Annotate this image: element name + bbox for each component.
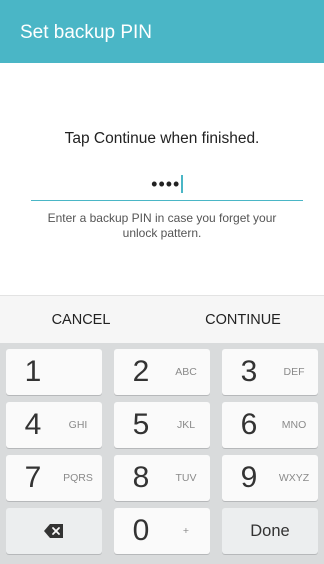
key-0[interactable]: 0 + bbox=[114, 508, 210, 554]
key-digit: 7 bbox=[24, 461, 42, 494]
key-1[interactable]: 1 bbox=[6, 349, 102, 395]
content-area: Tap Continue when finished. •••• Enter a… bbox=[0, 63, 324, 295]
key-digit: 8 bbox=[132, 461, 150, 494]
key-3[interactable]: 3 DEF bbox=[222, 349, 318, 395]
page-title: Set backup PIN bbox=[20, 22, 153, 43]
key-7[interactable]: 7 PQRS bbox=[6, 455, 102, 501]
key-8[interactable]: 8 TUV bbox=[114, 455, 210, 501]
key-letters: TUV bbox=[175, 472, 197, 484]
key-digit: 1 bbox=[24, 355, 42, 388]
key-digit: 3 bbox=[240, 355, 258, 388]
pin-value: •••• bbox=[151, 174, 181, 194]
key-letters: GHI bbox=[68, 419, 88, 431]
helper-text: Enter a backup PIN in case you forget yo… bbox=[47, 211, 277, 240]
key-letters: + bbox=[182, 525, 190, 537]
done-label: Done bbox=[250, 522, 290, 540]
done-key[interactable]: Done bbox=[222, 508, 318, 554]
key-9[interactable]: 9 WXYZ bbox=[222, 455, 318, 501]
backspace-key[interactable] bbox=[6, 508, 102, 554]
key-6[interactable]: 6 MNO bbox=[222, 402, 318, 448]
cancel-button[interactable]: CANCEL bbox=[0, 296, 162, 344]
key-digit: 2 bbox=[132, 355, 150, 388]
key-letters: PQRS bbox=[63, 472, 93, 484]
key-letters: WXYZ bbox=[278, 472, 310, 484]
text-cursor bbox=[181, 175, 183, 193]
key-letters: DEF bbox=[283, 366, 305, 378]
instruction-text: Tap Continue when finished. bbox=[64, 130, 260, 147]
app-bar: Set backup PIN bbox=[0, 0, 324, 63]
key-digit: 4 bbox=[24, 408, 42, 441]
key-letters: ABC bbox=[175, 366, 197, 378]
key-2[interactable]: 2 ABC bbox=[114, 349, 210, 395]
key-letters: MNO bbox=[281, 419, 307, 431]
key-letters bbox=[58, 349, 98, 395]
pin-value-wrapper: •••• bbox=[31, 174, 303, 194]
key-digit: 0 bbox=[132, 514, 150, 547]
action-bar: CANCEL CONTINUE bbox=[0, 295, 324, 344]
continue-button[interactable]: CONTINUE bbox=[162, 296, 324, 344]
key-5[interactable]: 5 JKL bbox=[114, 402, 210, 448]
key-digit: 5 bbox=[132, 408, 150, 441]
key-letters: JKL bbox=[176, 419, 196, 431]
key-digit: 6 bbox=[240, 408, 258, 441]
backspace-icon bbox=[44, 524, 63, 538]
numeric-keyboard: 1 2 ABC 3 DEF 4 GHI 5 JKL 6 MNO 7 PQRS 8… bbox=[0, 343, 324, 564]
pin-input[interactable]: •••• bbox=[31, 166, 303, 201]
key-4[interactable]: 4 GHI bbox=[6, 402, 102, 448]
key-digit: 9 bbox=[240, 461, 258, 494]
